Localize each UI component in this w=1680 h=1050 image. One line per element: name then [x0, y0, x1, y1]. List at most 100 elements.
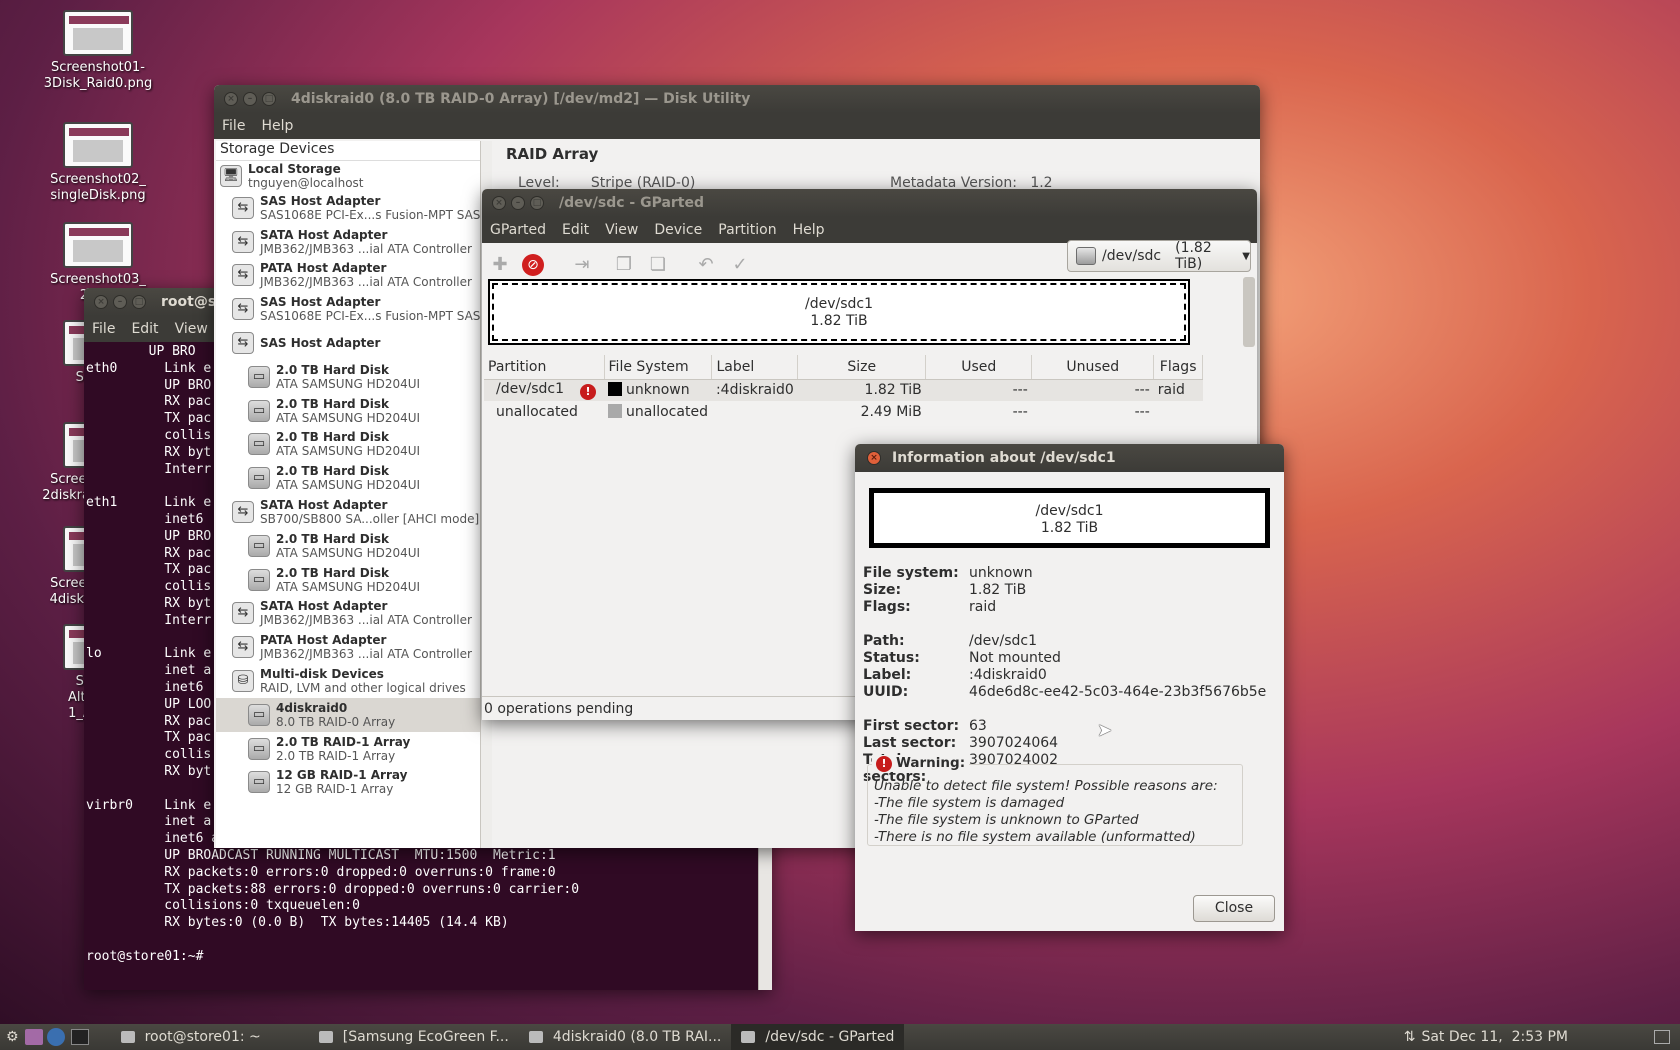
sidebar-item-desc: SAS1068E PCI-Ex...s Fusion-MPT SAS	[260, 309, 481, 324]
maximize-icon[interactable]: □	[132, 295, 146, 309]
terminal-launcher-icon[interactable]	[70, 1029, 89, 1045]
apply-icon[interactable]: ✓	[728, 253, 752, 277]
partition-map[interactable]: /dev/sdc1 1.82 TiB	[488, 279, 1190, 345]
menu-device[interactable]: Device	[646, 222, 710, 238]
col-size[interactable]: Size	[797, 355, 927, 380]
sidebar-item-3[interactable]: ⇆ PATA Host Adapter JMB362/JMB363 ...ial A…	[216, 259, 487, 293]
sidebar-item-2[interactable]: ⇆ SATA Host Adapter JMB362/JMB363 ...ial A…	[216, 225, 487, 259]
menu-edit[interactable]: Edit	[123, 321, 166, 337]
sidebar-item-18[interactable]: ▭ 12 GB RAID-1 Array 12 GB RAID-1 Array	[216, 766, 487, 800]
menu-file[interactable]: File	[214, 118, 253, 134]
menu-edit[interactable]: Edit	[554, 222, 597, 238]
maximize-icon[interactable]: □	[262, 92, 276, 106]
clock[interactable]: Sat Dec 11, 2:53 PM	[1421, 1029, 1568, 1045]
adapter-icon: ⇆	[232, 501, 254, 524]
partition-info-dialog[interactable]: × Information about /dev/sdc1 /dev/sdc1 …	[855, 444, 1284, 931]
sidebar-item-6[interactable]: ▭ 2.0 TB Hard Disk ATA SAMSUNG HD204UI	[216, 360, 487, 394]
disk-utility-titlebar[interactable]: × – □ 4diskraid0 (8.0 TB RAID-0 Array) [/d…	[214, 85, 1260, 113]
info-flags: raid	[969, 599, 997, 615]
sidebar-header: Storage Devices	[216, 141, 487, 161]
sidebar-item-1[interactable]: ⇆ SAS Host Adapter SAS1068E PCI-Ex...s Fus…	[216, 191, 487, 225]
minimize-icon[interactable]: –	[243, 92, 257, 106]
workspace-icon[interactable]	[1654, 1030, 1670, 1044]
sidebar-item-12[interactable]: ▭ 2.0 TB Hard Disk ATA SAMSUNG HD204UI	[216, 563, 487, 597]
window-icon	[318, 1031, 333, 1043]
sidebar-item-desc: 2.0 TB RAID-1 Array	[276, 748, 396, 763]
menu-view[interactable]: View	[167, 321, 216, 337]
app-launcher-icon[interactable]	[24, 1029, 43, 1045]
desktop-icon-1[interactable]: Screenshot01- 3Disk_Raid0.png	[38, 10, 158, 92]
col-used[interactable]: Used	[925, 355, 1033, 380]
task-gparted[interactable]: /dev/sdc - GParted	[731, 1024, 905, 1050]
close-icon[interactable]: ×	[224, 92, 238, 106]
sidebar-item-name: 2.0 TB RAID-1 Array	[276, 734, 411, 749]
sidebar-item-10[interactable]: ⇆ SATA Host Adapter SB700/SB800 SA...oller…	[216, 495, 487, 529]
col-flags[interactable]: Flags	[1153, 355, 1203, 380]
sidebar-item-16[interactable]: ▭ 4diskraid0 8.0 TB RAID-0 Array	[216, 697, 487, 732]
close-icon[interactable]: ×	[94, 295, 108, 309]
map-scrollbar[interactable]	[1243, 277, 1255, 347]
sidebar-item-7[interactable]: ▭ 2.0 TB Hard Disk ATA SAMSUNG HD204UI	[216, 394, 487, 428]
minimize-icon[interactable]: –	[511, 196, 525, 210]
window-icon	[741, 1031, 756, 1043]
table-row[interactable]: /dev/sdc1! unknown :4diskraid0 1.82 TiB …	[484, 379, 1203, 401]
adapter-icon: 🖥	[220, 165, 242, 187]
task-browser[interactable]: [Samsung EcoGreen F...	[309, 1024, 519, 1050]
resize-move-icon[interactable]: ⇥	[570, 253, 594, 277]
sidebar-item-8[interactable]: ▭ 2.0 TB Hard Disk ATA SAMSUNG HD204UI	[216, 428, 487, 462]
close-icon[interactable]: ×	[492, 196, 506, 210]
undo-icon[interactable]: ↶	[694, 253, 718, 277]
paste-icon[interactable]: ❏	[646, 253, 670, 277]
gparted-titlebar[interactable]: × – □ /dev/sdc - GParted	[482, 189, 1257, 217]
close-icon[interactable]: ×	[867, 451, 881, 465]
info-dialog-titlebar[interactable]: × Information about /dev/sdc1	[855, 444, 1284, 472]
sidebar-item-name: 2.0 TB Hard Disk	[276, 396, 389, 411]
sidebar-item-5[interactable]: ⇆ SAS Host Adapter	[216, 326, 487, 360]
gparted-title: /dev/sdc - GParted	[559, 195, 705, 211]
desktop-icon-2[interactable]: Screenshot02_ singleDisk.png	[38, 122, 158, 204]
menu-file[interactable]: File	[84, 321, 123, 337]
col-label[interactable]: Label	[711, 355, 799, 380]
menu-help[interactable]: Help	[785, 222, 833, 238]
copy-icon[interactable]: ❐	[612, 253, 636, 277]
col-unused[interactable]: Unused	[1031, 355, 1155, 380]
menu-view[interactable]: View	[597, 222, 646, 238]
browser-icon[interactable]	[46, 1028, 65, 1046]
sidebar-item-9[interactable]: ▭ 2.0 TB Hard Disk ATA SAMSUNG HD204UI	[216, 461, 487, 495]
operations-pending: 0 operations pending	[484, 701, 634, 717]
network-icon[interactable]: ⇅	[1404, 1029, 1416, 1045]
sidebar-item-desc: tnguyen@localhost	[248, 176, 364, 190]
storage-devices-sidebar: Storage Devices 🖥 Local Storage tnguyen@lo…	[216, 141, 488, 848]
sidebar-item-name: PATA Host Adapter	[260, 261, 387, 276]
device-selector[interactable]: /dev/sdc (1.82 TiB) ▼	[1067, 240, 1251, 272]
sidebar-item-0[interactable]: 🖥 Local Storage tnguyen@localhost	[216, 161, 487, 191]
sidebar-item-14[interactable]: ⇆ PATA Host Adapter JMB362/JMB363 ...ial A…	[216, 630, 487, 664]
col-filesystem[interactable]: File System	[604, 355, 713, 380]
sidebar-item-17[interactable]: ▭ 2.0 TB RAID-1 Array 2.0 TB RAID-1 Array	[216, 732, 487, 766]
minimize-icon[interactable]: –	[113, 295, 127, 309]
close-button[interactable]: Close	[1193, 895, 1275, 922]
maximize-icon[interactable]: □	[530, 196, 544, 210]
sidebar-item-desc: 8.0 TB RAID-0 Array	[276, 714, 396, 729]
col-partition[interactable]: Partition	[484, 355, 605, 380]
table-row[interactable]: unallocated unallocated 2.49 MiB --- ---	[484, 401, 1203, 423]
hard-disk-icon: ▭	[248, 771, 270, 794]
image-thumbnail-icon	[63, 122, 133, 168]
show-desktop-icon[interactable]: ⚙	[0, 1024, 25, 1050]
task-terminal[interactable]: root@store01: ~	[111, 1024, 271, 1050]
image-thumbnail-icon	[63, 222, 133, 268]
sidebar-item-13[interactable]: ⇆ SATA Host Adapter JMB362/JMB363 ...ial A…	[216, 597, 487, 631]
delete-partition-icon[interactable]: ⊘	[522, 254, 544, 276]
sidebar-item-11[interactable]: ▭ 2.0 TB Hard Disk ATA SAMSUNG HD204UI	[216, 529, 487, 563]
menu-gparted[interactable]: GParted	[482, 222, 554, 238]
storage-device-list: 🖥 Local Storage tnguyen@localhost ⇆ SAS Host…	[216, 161, 487, 799]
new-partition-icon[interactable]: ✚	[488, 253, 512, 277]
partition-map-size: 1.82 TiB	[810, 313, 868, 329]
menu-help[interactable]: Help	[253, 118, 301, 134]
sidebar-item-4[interactable]: ⇆ SAS Host Adapter SAS1068E PCI-Ex...s Fus…	[216, 292, 487, 326]
sidebar-item-name: SAS Host Adapter	[260, 336, 381, 351]
task-disk-utility[interactable]: 4diskraid0 (8.0 TB RAI...	[519, 1024, 732, 1050]
menu-partition[interactable]: Partition	[710, 222, 784, 238]
sidebar-item-15[interactable]: ⛁ Multi-disk Devices RAID, LVM and other l…	[216, 664, 487, 698]
sidebar-item-name: SATA Host Adapter	[260, 227, 388, 242]
